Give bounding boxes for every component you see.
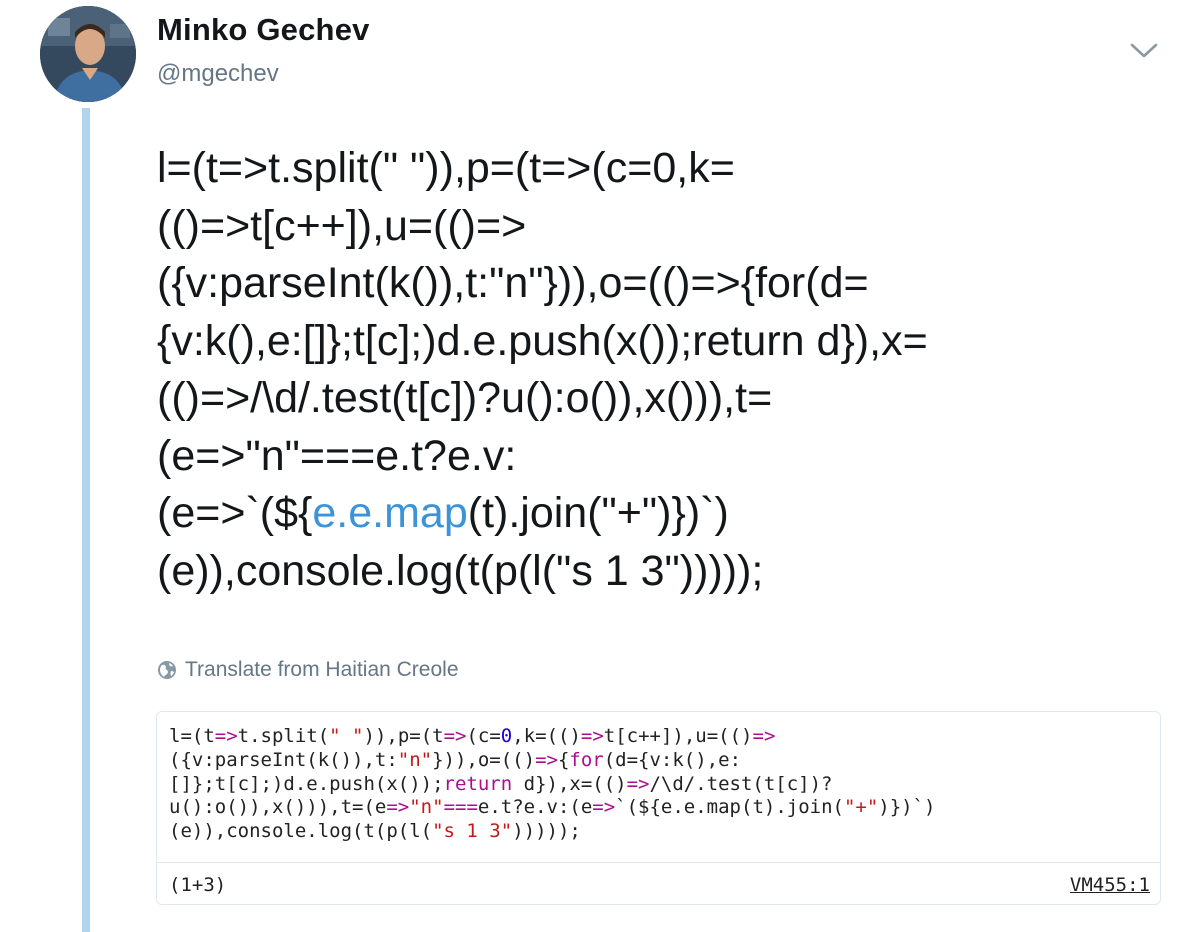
author-handle[interactable]: @mgechev (157, 60, 279, 88)
console-result: (1+3) (169, 874, 227, 896)
console-code-line: l=(t=>t.split(" ")),p=(t=>(c=0,k=(()=>t[… (169, 725, 776, 747)
tweet-line: (e)),console.log(t(p(l("s 1 3"))))); (157, 546, 764, 595)
console-source-link[interactable]: VM455:1 (1070, 874, 1150, 896)
tweet-line: (()=>/\d/.test(t[c])?u():o()),x())),t= (157, 374, 773, 422)
author-name[interactable]: Minko Gechev (157, 12, 370, 48)
chevron-down-icon[interactable] (1127, 36, 1161, 64)
console-code-line: u():o()),x())),t=(e=>"n"===e.t?e.v:(e=>`… (169, 796, 936, 819)
console-screenshot: l=(t=>t.split(" ")),p=(t=>(c=0,k=(()=>t[… (156, 711, 1161, 905)
console-code-line: ({v:parseInt(k()),t:"n"})),o=(()=>{for(d… (169, 748, 742, 771)
tweet-line: (e=>"n"===e.t?e.v: (157, 431, 517, 480)
tweet-line: ({v:parseInt(k()),t:"n"})),o=(()=>{for(d… (157, 259, 869, 307)
author-avatar[interactable] (40, 6, 136, 102)
tweet-line-text: (e=>`(${ (157, 489, 313, 537)
console-divider (157, 862, 1160, 863)
tweet-line: {v:k(),e:[]};t[c];)d.e.push(x());return … (157, 316, 928, 365)
console-code-line: (e)),console.log(t(p(l("s 1 3"))))); (169, 820, 581, 843)
tweet-line: (()=>t[c++]),u=(()=> (157, 201, 527, 250)
thread-line (82, 108, 90, 932)
tweet-line-text: (t).join("+")})`) (467, 489, 729, 537)
tweet-text: l=(t=>t.split(" ")),p=(t=>(c=0,k= (()=>t[… (157, 140, 1157, 600)
tweet-link[interactable]: e.e.map (312, 489, 467, 537)
translate-label: Translate from Haitian Creole (185, 658, 459, 681)
translate-button[interactable]: Translate from Haitian Creole (157, 658, 459, 682)
console-code-line: []};t[c];)d.e.push(x());return d}),x=(()… (169, 772, 833, 795)
console-code: l=(t=>t.split(" ")),p=(t=>(c=0,k=(()=>t[… (169, 725, 935, 844)
tweet-line: l=(t=>t.split(" ")),p=(t=>(c=0,k= (157, 144, 735, 192)
globe-icon (158, 661, 176, 679)
avatar-photo (40, 6, 136, 102)
tweet-line: (e=>`(${e.e.map(t).join("+")})`) (157, 485, 1157, 543)
